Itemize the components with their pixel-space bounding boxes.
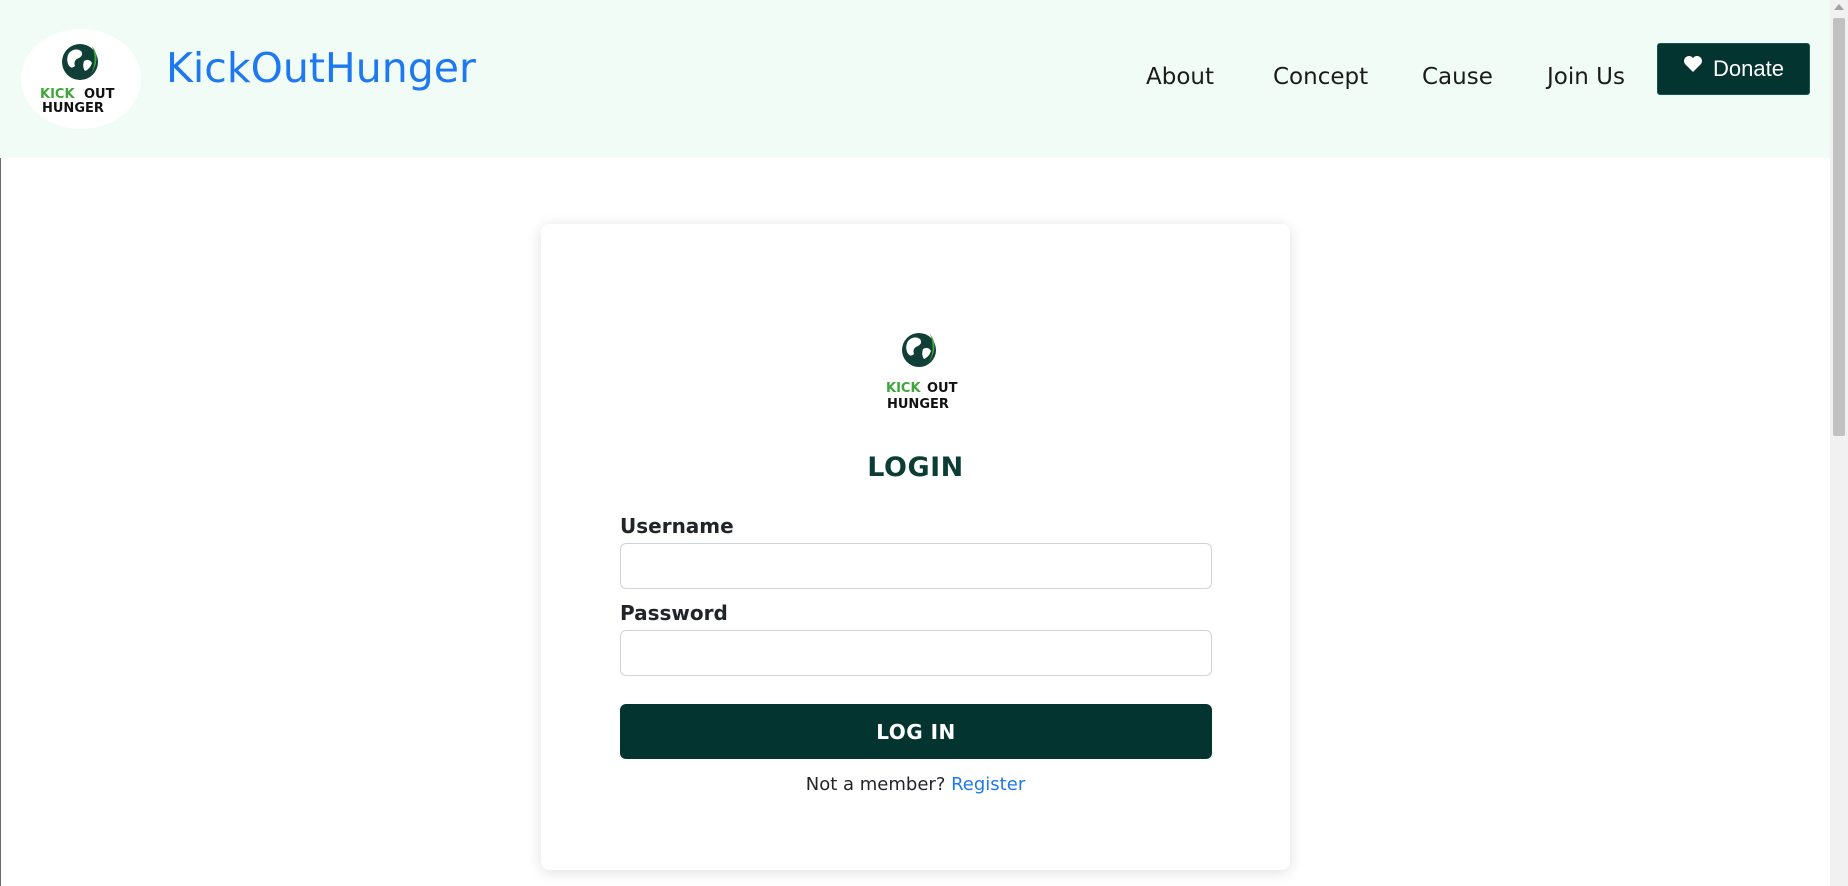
nav-concept[interactable]: Concept [1273, 64, 1368, 90]
password-label: Password [620, 601, 728, 625]
logo-hunger-text: HUNGER [42, 101, 104, 116]
login-title: LOGIN [867, 452, 964, 483]
brand-link[interactable]: KickOutHunger [166, 44, 476, 92]
logo-kick-text: KICK [40, 87, 75, 102]
logo-out-text: OUT [84, 87, 115, 102]
card-logo-out-text: OUT [927, 381, 958, 396]
login-button[interactable]: LOG IN [620, 704, 1212, 759]
heart-icon [1684, 56, 1703, 72]
login-card: KICK OUT HUNGER LOGIN Username Password … [541, 224, 1290, 870]
register-line: Not a member? Register [541, 774, 1290, 795]
card-logo-icon: KICK OUT HUNGER [886, 333, 958, 412]
card-logo-kick-text: KICK [886, 381, 921, 396]
username-label: Username [620, 514, 734, 538]
scrollbar-thumb[interactable] [1833, 18, 1845, 436]
donate-label: Donate [1713, 56, 1784, 81]
register-link[interactable]: Register [951, 774, 1025, 795]
globe-logo-icon: KICK OUT HUNGER [40, 44, 115, 116]
scroll-up-arrow-icon[interactable] [1834, 4, 1844, 10]
register-prompt: Not a member? [805, 774, 946, 795]
username-input[interactable] [620, 543, 1212, 589]
nav-cause[interactable]: Cause [1422, 64, 1493, 90]
navbar: KICK OUT HUNGER KickOutHunger About Conc… [0, 0, 1830, 158]
password-input[interactable] [620, 630, 1212, 676]
nav-about[interactable]: About [1146, 64, 1214, 90]
nav-join-us[interactable]: Join Us [1547, 64, 1625, 90]
donate-button[interactable]: Donate [1657, 43, 1810, 95]
header-logo[interactable]: KICK OUT HUNGER [21, 29, 141, 129]
card-logo-hunger-text: HUNGER [887, 397, 949, 412]
